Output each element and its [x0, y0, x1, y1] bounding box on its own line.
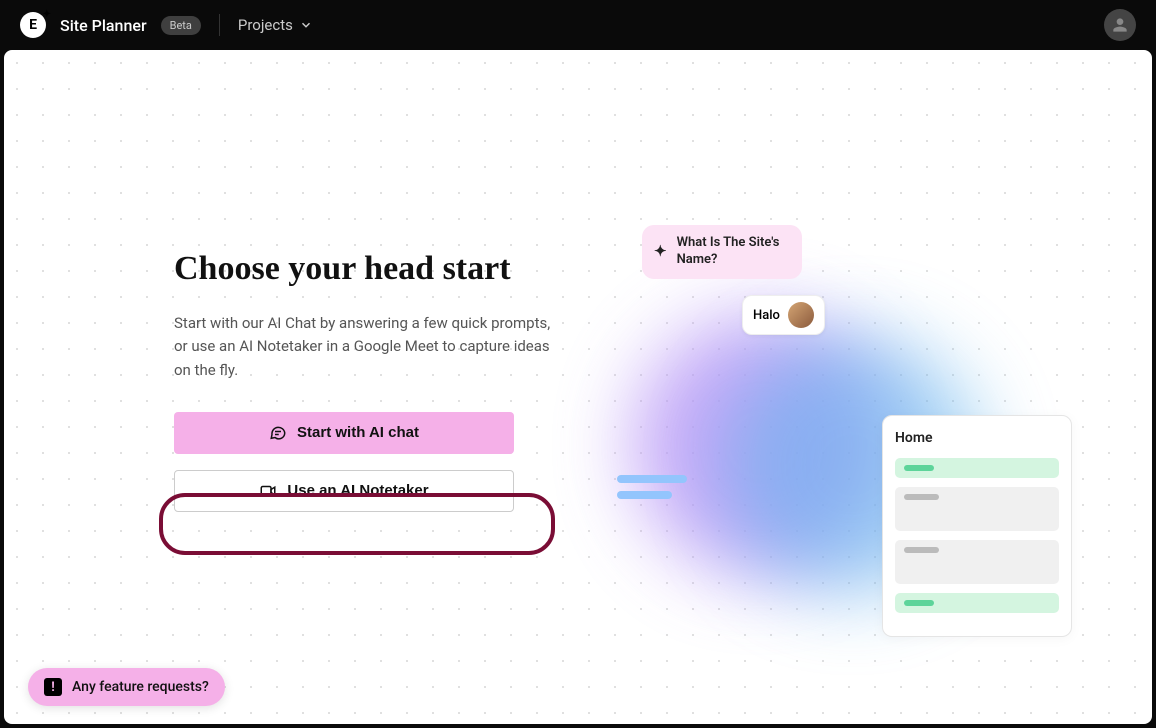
intro-column: Choose your head start Start with our AI…: [174, 50, 554, 512]
user-chat-bubble: Halo: [742, 295, 825, 335]
start-ai-chat-button[interactable]: Start with AI chat: [174, 412, 514, 454]
ai-chat-bubble: ✦ What Is The Site's Name?: [642, 225, 802, 279]
top-bar: E ✦ Site Planner Beta Projects: [0, 0, 1156, 50]
main-canvas: Choose your head start Start with our AI…: [4, 50, 1152, 724]
app-logo: E ✦: [20, 12, 46, 38]
bar: [617, 491, 672, 499]
card-title: Home: [895, 430, 1059, 446]
app-title: Site Planner: [60, 16, 147, 35]
beta-badge: Beta: [161, 16, 201, 35]
chevron-down-icon: [299, 18, 313, 32]
secondary-button-label: Use an AI Notetaker: [287, 482, 428, 499]
user-avatar-image: [788, 302, 814, 328]
decorative-bars: [617, 475, 687, 507]
illustration: ✦ What Is The Site's Name? Halo Home: [632, 215, 1032, 675]
primary-button-label: Start with AI chat: [297, 424, 419, 441]
projects-label: Projects: [238, 16, 293, 34]
card-row: [895, 540, 1059, 584]
sparkle-icon: ✦: [43, 9, 51, 20]
person-icon: [1110, 15, 1130, 35]
feedback-button[interactable]: ! Any feature requests?: [28, 668, 225, 706]
use-ai-notetaker-button[interactable]: Use an AI Notetaker: [174, 470, 514, 512]
feedback-label: Any feature requests?: [72, 679, 209, 695]
user-avatar[interactable]: [1104, 9, 1136, 41]
content-wrap: Choose your head start Start with our AI…: [4, 50, 1152, 724]
chat-icon: [269, 424, 287, 442]
card-row: [895, 593, 1059, 613]
bar: [617, 475, 687, 483]
feedback-icon: !: [44, 678, 62, 696]
card-row: [895, 458, 1059, 478]
page-description: Start with our AI Chat by answering a fe…: [174, 312, 554, 382]
user-bubble-text: Halo: [753, 308, 780, 323]
divider: [219, 14, 220, 36]
video-icon: [259, 482, 277, 500]
sparkles-icon: ✦: [654, 242, 667, 262]
card-row: [895, 487, 1059, 531]
sitemap-card-preview: Home: [882, 415, 1072, 637]
projects-dropdown[interactable]: Projects: [238, 16, 313, 34]
page-headline: Choose your head start: [174, 250, 554, 288]
ai-bubble-text: What Is The Site's Name?: [677, 235, 786, 269]
